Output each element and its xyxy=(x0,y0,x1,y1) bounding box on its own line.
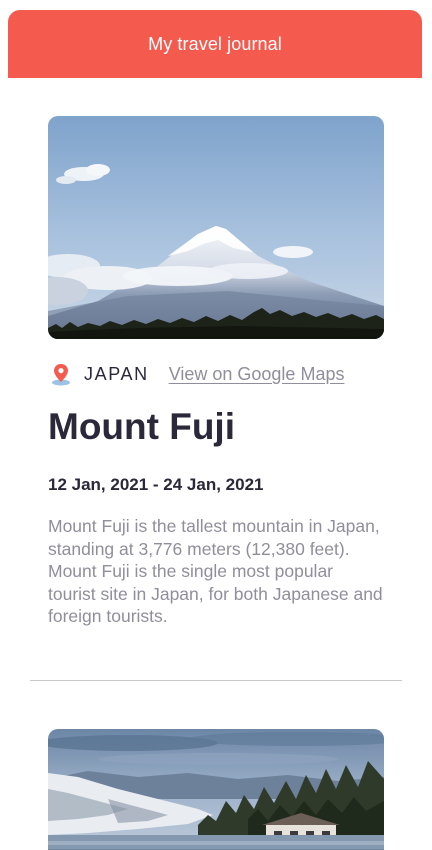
map-pin-icon xyxy=(50,362,72,386)
location-country: JAPAN xyxy=(84,363,149,384)
snowy-lake-photo xyxy=(48,729,384,850)
entry-title: Mount Fuji xyxy=(48,406,235,447)
journal-entry xyxy=(48,729,384,850)
app-title: My travel journal xyxy=(148,33,282,54)
view-on-google-maps-link[interactable]: View on Google Maps xyxy=(169,364,345,385)
journal-entry: JAPAN View on Google Maps Mount Fuji 12 … xyxy=(48,116,384,628)
travel-journal-page: My travel journal JAPAN View on Google M… xyxy=(0,0,432,850)
app-header: My travel journal xyxy=(8,10,422,78)
entry-description: Mount Fuji is the tallest mountain in Ja… xyxy=(48,516,383,626)
mountain-photo xyxy=(48,116,384,339)
entry-divider xyxy=(30,680,402,681)
entry-dates: 12 Jan, 2021 - 24 Jan, 2021 xyxy=(48,475,264,494)
location-row: JAPAN View on Google Maps xyxy=(48,361,384,387)
